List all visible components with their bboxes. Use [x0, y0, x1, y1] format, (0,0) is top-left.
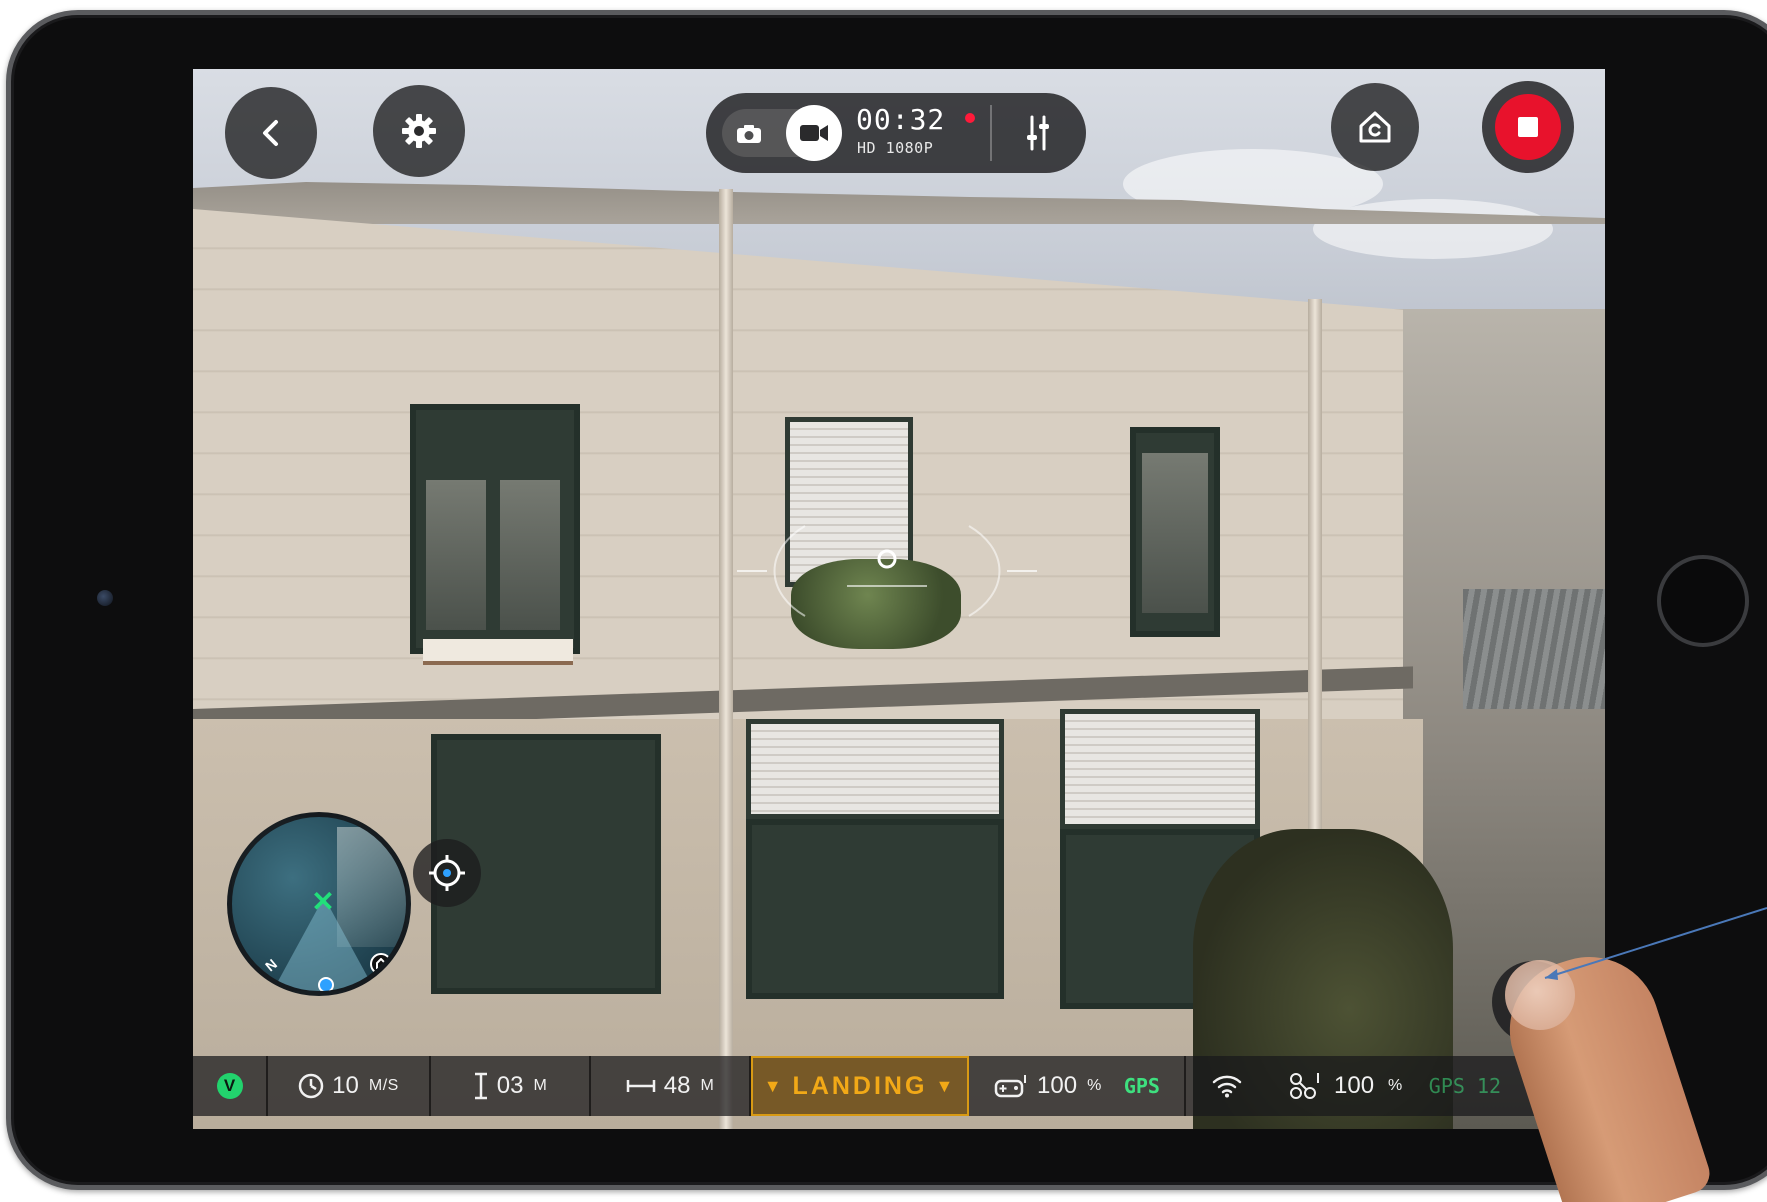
wifi-icon	[1212, 1075, 1242, 1098]
speed-icon	[298, 1073, 324, 1099]
cloud	[1313, 199, 1553, 259]
window-shutter	[746, 719, 1004, 819]
pilot-badge-segment: V	[193, 1056, 268, 1116]
video-camera-icon	[800, 125, 828, 141]
camera-feed: 00:32 HD 1080P ✕ N V 10 M/S 03 M 48 M ▼ …	[193, 69, 1605, 1129]
front-camera	[97, 590, 113, 606]
telemetry-bar: V 10 M/S 03 M 48 M ▼ LANDING ▼ 100 % GPS…	[193, 1056, 1605, 1116]
stop-record-icon	[1495, 94, 1561, 160]
capture-mode-toggle[interactable]	[722, 105, 842, 161]
landing-button[interactable]: ▼ LANDING ▼	[751, 1056, 969, 1116]
minimap[interactable]: ✕ N	[227, 812, 411, 996]
speed-segment: 10 M/S	[268, 1056, 431, 1116]
device-home-button[interactable]	[1657, 555, 1749, 647]
distance-value: 48	[663, 1072, 691, 1099]
flight-state-label: LANDING	[792, 1071, 928, 1100]
settings-button[interactable]	[373, 85, 465, 177]
drone-gps-label: GPS 12	[1428, 1074, 1502, 1098]
camera-icon	[737, 125, 761, 143]
pilot-badge: V	[216, 1073, 243, 1099]
photo-mode-button[interactable]	[734, 121, 764, 147]
back-button[interactable]	[225, 87, 317, 179]
chevron-left-icon	[263, 120, 278, 146]
window-planter	[423, 639, 573, 665]
sliders-icon	[1027, 115, 1049, 151]
window	[746, 819, 1004, 999]
caret-down-icon: ▼	[935, 1075, 957, 1096]
camera-settings-button[interactable]	[1008, 105, 1068, 161]
return-home-icon	[1359, 111, 1391, 143]
window-shutter	[1060, 709, 1260, 829]
window	[1130, 427, 1220, 637]
speed-value: 10	[332, 1072, 359, 1099]
drone-battery-value: 100	[1334, 1072, 1375, 1099]
recording-indicator	[965, 113, 975, 123]
controller-battery-unit: %	[1087, 1077, 1102, 1094]
home-icon	[370, 953, 392, 975]
altitude-unit: M	[533, 1077, 548, 1094]
divider	[990, 105, 992, 161]
distance-icon	[626, 1080, 655, 1092]
distance-segment: 48 M	[591, 1056, 751, 1116]
video-mode-button[interactable]	[786, 105, 842, 161]
window	[410, 404, 580, 654]
capture-controls: 00:32 HD 1080P	[706, 93, 1086, 173]
distance-unit: M	[700, 1077, 715, 1094]
stop-square	[1518, 117, 1538, 137]
recenter-button[interactable]	[413, 839, 481, 907]
speed-unit: M/S	[368, 1077, 399, 1094]
altitude-segment: 03 M	[431, 1056, 591, 1116]
controller-battery-value: 100	[1037, 1072, 1078, 1099]
user-location-icon	[318, 977, 334, 991]
return-home-button[interactable]	[1331, 83, 1419, 171]
recording-timer: 00:32	[856, 103, 946, 136]
target-icon	[429, 855, 465, 891]
drone-icon: ✕	[311, 886, 335, 917]
altitude-value: 03	[496, 1072, 524, 1099]
video-resolution: HD 1080P	[857, 139, 934, 157]
flight-reticle	[737, 525, 1037, 617]
controller-status-segment: 100 % GPS	[969, 1056, 1186, 1116]
caret-down-icon: ▼	[763, 1075, 785, 1096]
stop-recording-button[interactable]	[1482, 81, 1574, 173]
drone-battery-icon	[1290, 1073, 1319, 1099]
background-roof	[1463, 589, 1605, 709]
drone-battery-unit: %	[1388, 1077, 1403, 1094]
drain-pipe	[719, 189, 733, 1129]
controller-icon	[994, 1075, 1027, 1098]
controller-gps-label: GPS	[1123, 1074, 1160, 1098]
gear-icon	[402, 114, 436, 148]
altitude-icon	[474, 1072, 487, 1100]
fingernail	[1505, 960, 1575, 1030]
